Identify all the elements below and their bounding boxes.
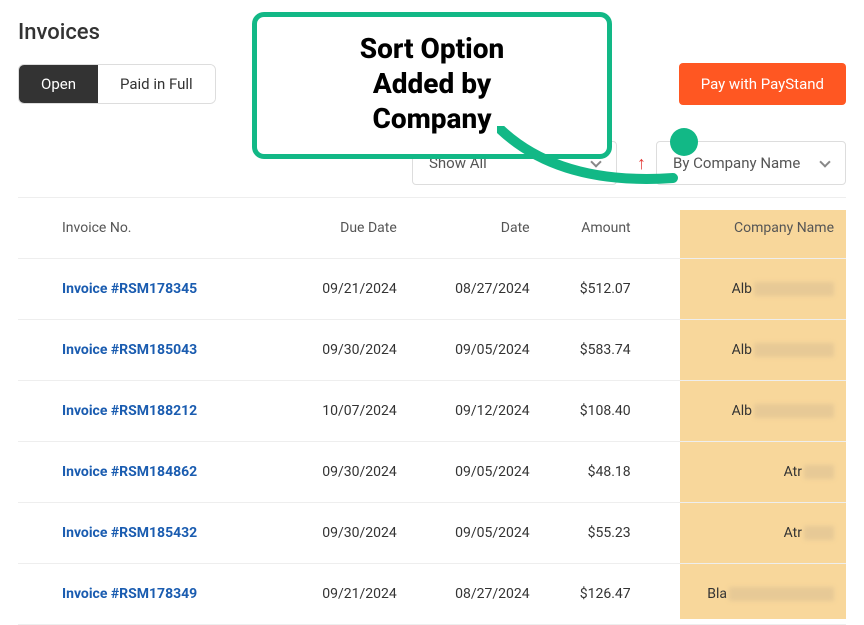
col-amount[interactable]: Amount — [542, 198, 643, 259]
callout-arrow-icon — [497, 126, 697, 196]
amount-cell: $583.74 — [542, 320, 643, 381]
tab-group: Open Paid in Full — [18, 64, 216, 104]
tab-open[interactable]: Open — [19, 65, 98, 103]
invoice-link[interactable]: Invoice #RSM184862 — [62, 464, 197, 480]
company-cell: Atr — [643, 442, 846, 503]
col-company[interactable]: Company Name — [643, 198, 846, 259]
table-row: Invoice #RSM184862 09/30/202409/05/2024$4… — [18, 442, 846, 503]
date-cell: 09/12/2024 — [409, 381, 542, 442]
company-cell: Alb — [643, 320, 846, 381]
due-date-cell: 09/21/2024 — [276, 564, 409, 625]
table-row: Invoice #RSM185043 09/30/202409/05/2024$5… — [18, 320, 846, 381]
date-cell: 08/27/2024 — [409, 259, 542, 320]
callout-dot-icon — [670, 128, 698, 156]
date-cell: 08/27/2024 — [409, 564, 542, 625]
invoice-link[interactable]: Invoice #RSM185043 — [62, 342, 197, 358]
company-cell: Alb — [643, 259, 846, 320]
tab-paid-in-full[interactable]: Paid in Full — [98, 65, 215, 103]
amount-cell: $55.23 — [542, 503, 643, 564]
table-row: Invoice #RSM178345 09/21/202408/27/2024$5… — [18, 259, 846, 320]
col-invoice-no[interactable]: Invoice No. — [18, 198, 276, 259]
invoice-table: Invoice No. Due Date Date Amount Company… — [18, 198, 846, 625]
date-cell: 09/05/2024 — [409, 320, 542, 381]
invoice-link[interactable]: Invoice #RSM188212 — [62, 403, 197, 419]
invoice-link[interactable]: Invoice #RSM185432 — [62, 525, 197, 541]
due-date-cell: 09/30/2024 — [276, 503, 409, 564]
col-due-date[interactable]: Due Date — [276, 198, 409, 259]
company-cell: Bla — [643, 564, 846, 625]
amount-cell: $126.47 — [542, 564, 643, 625]
due-date-cell: 10/07/2024 — [276, 381, 409, 442]
date-cell: 09/05/2024 — [409, 503, 542, 564]
due-date-cell: 09/30/2024 — [276, 442, 409, 503]
callout-text: Sort Option Added by Company — [277, 31, 587, 136]
col-date[interactable]: Date — [409, 198, 542, 259]
amount-cell: $48.18 — [542, 442, 643, 503]
invoice-link[interactable]: Invoice #RSM178345 — [62, 281, 197, 297]
date-cell: 09/05/2024 — [409, 442, 542, 503]
callout-sort-option: Sort Option Added by Company — [252, 12, 612, 159]
company-cell: Alb — [643, 381, 846, 442]
invoice-link[interactable]: Invoice #RSM178349 — [62, 586, 197, 602]
due-date-cell: 09/30/2024 — [276, 320, 409, 381]
company-cell: Atr — [643, 503, 846, 564]
table-row: Invoice #RSM178349 09/21/202408/27/2024$1… — [18, 564, 846, 625]
table-row: Invoice #RSM188212 10/07/202409/12/2024$1… — [18, 381, 846, 442]
due-date-cell: 09/21/2024 — [276, 259, 409, 320]
amount-cell: $108.40 — [542, 381, 643, 442]
chevron-down-icon — [819, 156, 830, 167]
table-row: Invoice #RSM185432 09/30/202409/05/2024$5… — [18, 503, 846, 564]
pay-with-paystand-button[interactable]: Pay with PayStand — [679, 63, 846, 105]
amount-cell: $512.07 — [542, 259, 643, 320]
